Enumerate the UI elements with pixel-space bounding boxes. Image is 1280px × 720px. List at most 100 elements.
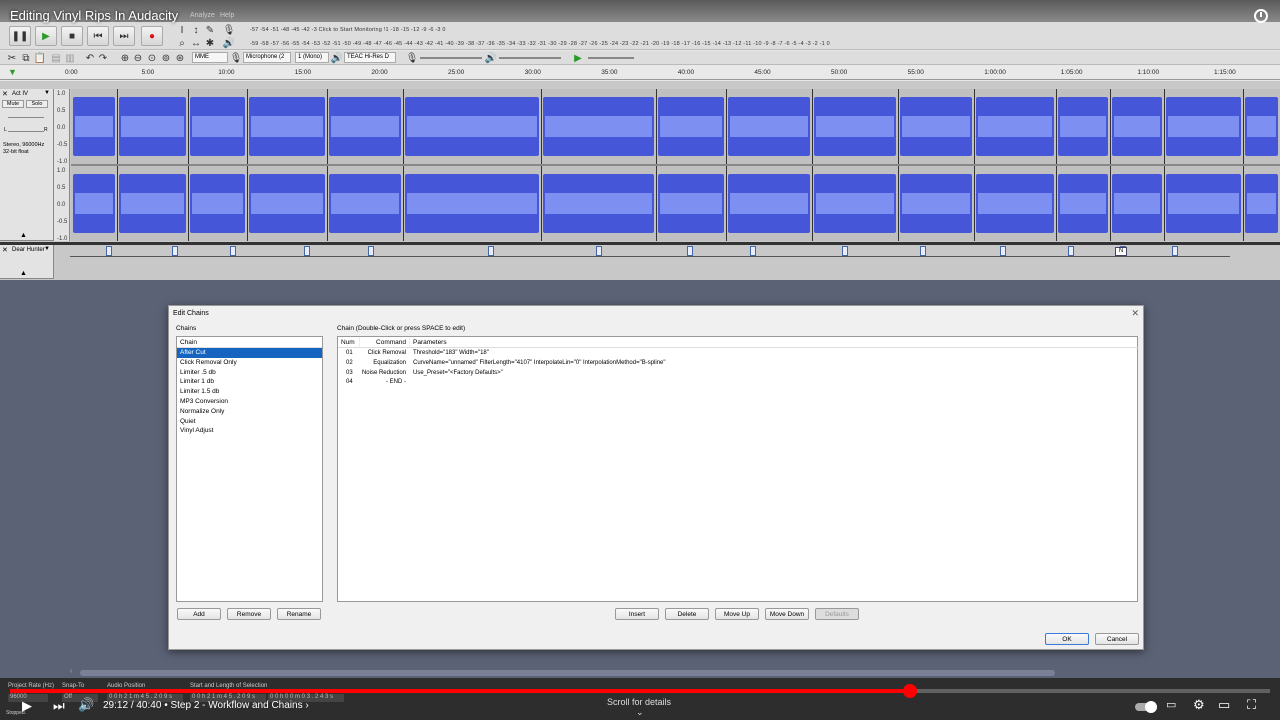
num-column-header[interactable]: Num [338,337,360,348]
label-n[interactable]: N [1115,247,1127,256]
chain-list-item[interactable]: Click Removal Only [177,358,322,368]
horizontal-scrollbar[interactable]: ‹ [0,668,1280,678]
play-icon[interactable]: ▶ [22,698,32,714]
waveform-left-channel[interactable] [71,89,1280,164]
scroll-left-icon[interactable]: ‹ [70,668,72,675]
move-down-button[interactable]: Move Down [765,608,809,620]
timeline-ruler[interactable]: ▼ 0:00 5:00 10:00 15:00 20:00 25:00 30:00 35:00… [0,66,1280,80]
label-marker[interactable] [368,246,374,256]
label-track-control-panel[interactable]: ✕ Dear Hunter ▼ ▲ [0,245,54,279]
redo-icon[interactable]: ↷ [97,52,109,64]
label-marker[interactable] [596,246,602,256]
cut-icon[interactable]: ✂ [6,52,18,64]
waveform-right-channel[interactable] [71,166,1280,241]
label-marker[interactable] [488,246,494,256]
record-meter[interactable]: -57 -54 -51 -48 -45 -42 -3 Click to Star… [250,27,446,33]
label-marker[interactable] [750,246,756,256]
label-marker[interactable] [230,246,236,256]
chapter-title[interactable]: Step 2 - Workflow and Chains [170,700,302,711]
insert-command-button[interactable]: Insert [615,608,659,620]
zoom-out-icon[interactable]: ⊖ [132,52,144,64]
pan-slider[interactable] [8,131,44,132]
chains-list[interactable]: Chain After Cut Click Removal Only Limiter… [176,336,323,602]
command-row[interactable]: 01 Click Removal Threshold="183" Width="18… [338,349,1137,359]
move-up-button[interactable]: Move Up [715,608,759,620]
chain-list-item[interactable]: Limiter 1 db [177,377,322,387]
next-video-icon[interactable]: ⏭ [53,698,65,714]
audio-track-name[interactable]: Act IV [12,91,28,97]
label-marker[interactable] [842,246,848,256]
chain-list-item[interactable]: Limiter .5 db [177,368,322,378]
parameters-column-header[interactable]: Parameters [410,337,1139,348]
autoplay-toggle[interactable] [1135,701,1157,713]
chains-column-header[interactable]: Chain [177,337,322,348]
fit-selection-icon[interactable]: ⊙ [146,52,158,64]
fullscreen-icon[interactable]: ⛶ [1247,697,1256,713]
playback-volume-slider[interactable] [499,57,561,59]
zoom-in-icon[interactable]: ⊕ [119,52,131,64]
command-row[interactable]: 03 Noise Reduction Use_Preset="<Factory De… [338,369,1137,379]
audio-host-select[interactable]: MME [192,52,228,63]
label-marker[interactable] [920,246,926,256]
label-track-close-icon[interactable]: ✕ [2,246,8,254]
video-scrubber-knob[interactable] [902,684,917,698]
track-panel[interactable]: ✕ Act IV ▼ Mute Solo L R Stereo, 96000Hz… [0,81,1280,281]
envelope-tool-icon[interactable]: ↕ [190,24,202,36]
silence-icon[interactable]: ▥ [64,52,76,64]
multi-tool-icon[interactable]: ✱ [204,37,216,49]
scroll-chevron-down-icon[interactable]: ⌄ [636,707,644,718]
pause-button[interactable]: ❚❚ [9,26,31,46]
mute-button[interactable]: Mute [2,100,24,108]
playback-meter[interactable]: -59 -58 -57 -56 -55 -54 -53 -52 -51 -50 … [250,41,830,47]
chain-list-item[interactable]: Normalize Only [177,407,322,417]
draw-tool-icon[interactable]: ✎ [204,24,216,36]
command-column-header[interactable]: Command [360,337,410,348]
settings-gear-icon[interactable]: ⚙ [1193,697,1205,713]
selection-tool-icon[interactable]: I [176,24,188,36]
label-track-area[interactable]: N [54,245,1280,279]
close-icon[interactable]: ✕ [1131,308,1139,319]
rename-chain-button[interactable]: Rename [277,608,321,620]
remove-chain-button[interactable]: Remove [227,608,271,620]
chain-list-item[interactable]: Vinyl Adjust [177,426,322,436]
solo-button[interactable]: Solo [26,100,48,108]
paste-icon[interactable]: 📋 [34,52,46,64]
channels-select[interactable]: 1 (Mono) [295,52,329,63]
collapse-label-track-icon[interactable]: ▲ [20,270,27,277]
cast-icon[interactable]: ▭ [1218,697,1230,713]
skip-start-button[interactable]: ⏮ [87,26,109,46]
trim-icon[interactable]: ▤ [50,52,62,64]
play-speed-slider[interactable] [588,57,634,59]
label-marker[interactable] [304,246,310,256]
zoom-toggle-icon[interactable]: ⊛ [174,52,186,64]
label-marker[interactable] [172,246,178,256]
label-marker[interactable] [687,246,693,256]
chain-list-item[interactable]: Limiter 1.5 db [177,387,322,397]
ok-button[interactable]: OK [1045,633,1089,645]
chain-list-item[interactable]: After Cut [177,348,322,358]
menu-help[interactable]: Help [220,12,234,19]
copy-icon[interactable]: ⧉ [20,52,32,64]
skip-end-button[interactable]: ⏭ [113,26,135,46]
watch-later-clock-icon[interactable] [1254,9,1268,23]
undo-icon[interactable]: ↶ [84,52,96,64]
label-marker[interactable] [1172,246,1178,256]
delete-command-button[interactable]: Delete [665,608,709,620]
playback-device-select[interactable]: TEAC Hi-Res D [344,52,396,63]
gain-slider[interactable] [8,117,44,118]
subtitles-icon[interactable]: ▭ [1166,698,1176,711]
recording-device-select[interactable]: Microphone (2 [243,52,291,63]
scroll-for-details[interactable]: Scroll for details [607,697,671,707]
command-row[interactable]: 02 Equalization CurveName="unnamed" Filter… [338,359,1137,369]
play-button[interactable]: ▶ [35,26,57,46]
record-button[interactable]: ● [141,26,163,46]
label-track-menu-chevron-icon[interactable]: ▼ [44,246,50,252]
cancel-button[interactable]: Cancel [1095,633,1139,645]
volume-icon[interactable]: 🔊 [78,697,94,713]
timeshift-tool-icon[interactable]: ↔ [190,37,202,49]
collapse-track-icon[interactable]: ▲ [20,232,27,239]
audio-track-control-panel[interactable]: ✕ Act IV ▼ Mute Solo L R Stereo, 96000Hz… [0,89,54,241]
video-title[interactable]: Editing Vinyl Rips In Audacity [10,8,178,23]
menu-analyze[interactable]: Analyze [190,12,215,19]
scrollbar-thumb[interactable] [80,670,1055,676]
